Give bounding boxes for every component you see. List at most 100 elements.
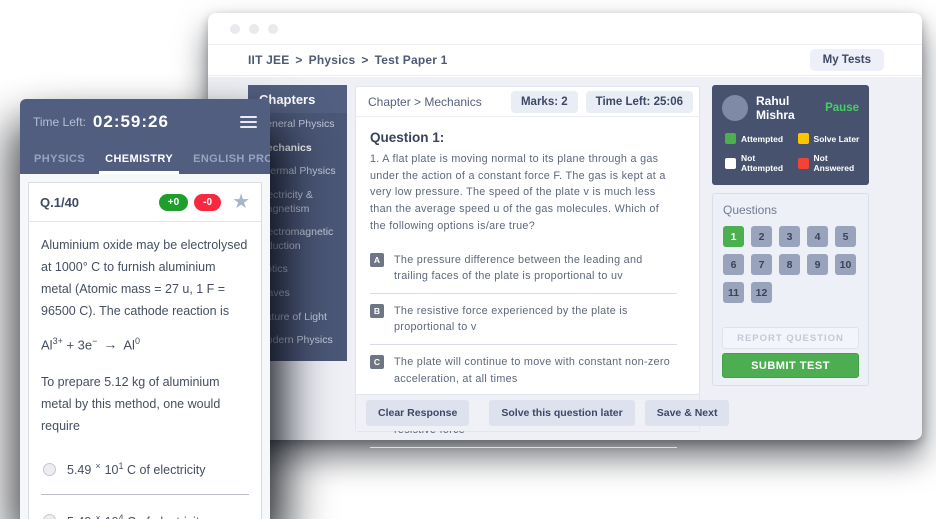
option-a-text: The pressure difference between the lead… [394, 252, 677, 284]
option-a[interactable]: A The pressure difference between the le… [356, 243, 699, 284]
mobile-option-2-text: 5.49×104 C of electricity [67, 513, 206, 519]
report-question-button[interactable]: REPORT QUESTION [722, 327, 859, 349]
question-chip-11[interactable]: 11 [723, 282, 744, 303]
breadcrumb-item-test-paper[interactable]: Test Paper 1 [375, 53, 448, 67]
solve-later-swatch-icon [798, 133, 809, 144]
question-number-grid: 1 2 3 4 5 6 7 8 9 10 11 12 [723, 226, 863, 303]
question-chip-10[interactable]: 10 [835, 254, 856, 275]
mobile-body: Q.1/40 +0 -0 ★ Aluminium oxide may be el… [20, 174, 270, 519]
legend-not-attempted-label: Not Attempted [741, 153, 794, 173]
option-b-letter-chip: B [370, 304, 384, 318]
question-counter: Q.1/40 [40, 195, 153, 210]
browser-chrome [208, 13, 922, 45]
legend-attempted: Attempted [725, 133, 794, 144]
time-left-badge: Time Left: 25:06 [586, 91, 693, 113]
mobile-option-1[interactable]: 5.49×101 C of electricity [41, 450, 249, 486]
status-legend: Attempted Solve Later Not Attempted Not … [712, 130, 869, 175]
desktop-browser-window: IIT JEE > Physics > Test Paper 1 My Tests Ch… [208, 13, 922, 440]
question-panel-header: Chapter > Mechanics Marks: 2 Time Left: … [356, 87, 699, 117]
legend-solve-later: Solve Later [798, 133, 861, 144]
mobile-question-meta-row: Q.1/40 +0 -0 ★ [29, 183, 261, 222]
option-a-letter-chip: A [370, 253, 384, 267]
option-c-letter-chip: C [370, 355, 384, 369]
mobile-question-paragraph-1: Aluminium oxide may be electrolysed at 1… [41, 235, 249, 323]
breadcrumb-separator: > [295, 53, 302, 67]
reaction-arrow-icon: → [103, 336, 117, 352]
not-attempted-swatch-icon [725, 158, 736, 169]
tab-physics[interactable]: PHYSICS [24, 144, 95, 174]
question-chip-4[interactable]: 4 [807, 226, 828, 247]
question-panel: Chapter > Mechanics Marks: 2 Time Left: … [355, 86, 700, 432]
option-c-text: The plate will continue to move with con… [394, 354, 677, 386]
multiplication-sign: × [95, 513, 100, 519]
chapter-path-label: Chapter > Mechanics [368, 95, 503, 109]
user-row: Rahul Mishra Pause [712, 85, 869, 130]
my-tests-button[interactable]: My Tests [810, 49, 884, 71]
question-chip-1[interactable]: 1 [723, 226, 744, 247]
marks-badge: Marks: 2 [511, 91, 578, 113]
negative-marks-badge: -0 [194, 194, 221, 211]
legend-solve-later-label: Solve Later [814, 134, 860, 144]
user-avatar [722, 95, 748, 121]
tab-chemistry[interactable]: CHEMISTRY [95, 144, 183, 174]
legend-not-answered: Not Answered [798, 153, 861, 173]
pause-button[interactable]: Pause [825, 102, 859, 114]
hamburger-menu-icon[interactable] [240, 113, 257, 131]
window-control-icon[interactable] [249, 24, 259, 34]
breadcrumb-separator: > [361, 53, 368, 67]
mobile-question-card: Q.1/40 +0 -0 ★ Aluminium oxide may be el… [28, 182, 262, 519]
cathode-reaction-formula: Al3+ + 3e−→Al0 [41, 336, 249, 352]
question-chip-6[interactable]: 6 [723, 254, 744, 275]
submit-test-button[interactable]: SUBMIT TEST [722, 353, 859, 378]
breadcrumb-item-iit-jee[interactable]: IIT JEE [248, 53, 289, 67]
question-chip-8[interactable]: 8 [779, 254, 800, 275]
mobile-subject-tabs: PHYSICS CHEMISTRY ENGLISH PROFICIENCY [20, 144, 270, 174]
mobile-question-paragraph-2: To prepare 5.12 kg of aluminium metal by… [41, 372, 249, 438]
questions-palette-title: Questions [723, 203, 858, 217]
question-chip-3[interactable]: 3 [779, 226, 800, 247]
question-title: Question 1: [370, 130, 685, 145]
mobile-question-content: Aluminium oxide may be electrolysed at 1… [29, 222, 261, 519]
radio-button-icon[interactable] [43, 514, 56, 519]
save-next-button[interactable]: Save & Next [645, 400, 730, 426]
mobile-option-divider [41, 494, 249, 495]
window-control-icon[interactable] [230, 24, 240, 34]
mobile-time-left-label: Time Left: [33, 115, 86, 129]
question-chip-2[interactable]: 2 [751, 226, 772, 247]
mobile-timer: 02:59:26 [93, 112, 169, 132]
question-actions-bar: Clear Response Solve this question later… [356, 394, 699, 431]
question-chip-7[interactable]: 7 [751, 254, 772, 275]
question-text: 1. A flat plate is moving normal to its … [370, 151, 677, 235]
legend-attempted-label: Attempted [741, 134, 783, 144]
clear-response-button[interactable]: Clear Response [366, 400, 469, 426]
mobile-header: Time Left: 02:59:26 [20, 99, 270, 144]
question-chip-12[interactable]: 12 [751, 282, 772, 303]
question-chip-9[interactable]: 9 [807, 254, 828, 275]
bookmark-star-icon[interactable]: ★ [232, 192, 250, 212]
option-b[interactable]: B The resistive force experienced by the… [356, 294, 699, 335]
window-control-icon[interactable] [268, 24, 278, 34]
desktop-body: Chapters General Physics Mechanics Therm… [208, 77, 922, 440]
positive-marks-badge: +0 [159, 194, 188, 211]
legend-not-attempted: Not Attempted [725, 153, 794, 173]
right-panel: Rahul Mishra Pause Attempted Solve Later… [712, 85, 869, 386]
breadcrumb: IIT JEE > Physics > Test Paper 1 [248, 53, 448, 67]
option-c[interactable]: C The plate will continue to move with c… [356, 345, 699, 386]
mobile-app-window: Time Left: 02:59:26 PHYSICS CHEMISTRY EN… [20, 99, 270, 519]
mobile-option-1-text: 5.49×101 C of electricity [67, 461, 206, 477]
mobile-option-2[interactable]: 5.49×104 C of electricity [41, 502, 249, 519]
user-panel: Rahul Mishra Pause Attempted Solve Later… [712, 85, 869, 185]
option-b-text: The resistive force experienced by the p… [394, 303, 677, 335]
solve-later-button[interactable]: Solve this question later [489, 400, 634, 426]
attempted-swatch-icon [725, 133, 736, 144]
questions-palette: Questions 1 2 3 4 5 6 7 8 9 10 11 12 REP… [712, 193, 869, 386]
breadcrumb-item-physics[interactable]: Physics [309, 53, 356, 67]
question-chip-5[interactable]: 5 [835, 226, 856, 247]
legend-not-answered-label: Not Answered [814, 153, 861, 173]
radio-button-icon[interactable] [43, 463, 56, 476]
not-answered-swatch-icon [798, 158, 809, 169]
option-divider [370, 447, 677, 448]
user-name: Rahul Mishra [756, 94, 817, 122]
tab-english-proficiency[interactable]: ENGLISH PROFICIENCY [183, 144, 270, 174]
top-navbar: IIT JEE > Physics > Test Paper 1 My Tests [208, 45, 922, 76]
